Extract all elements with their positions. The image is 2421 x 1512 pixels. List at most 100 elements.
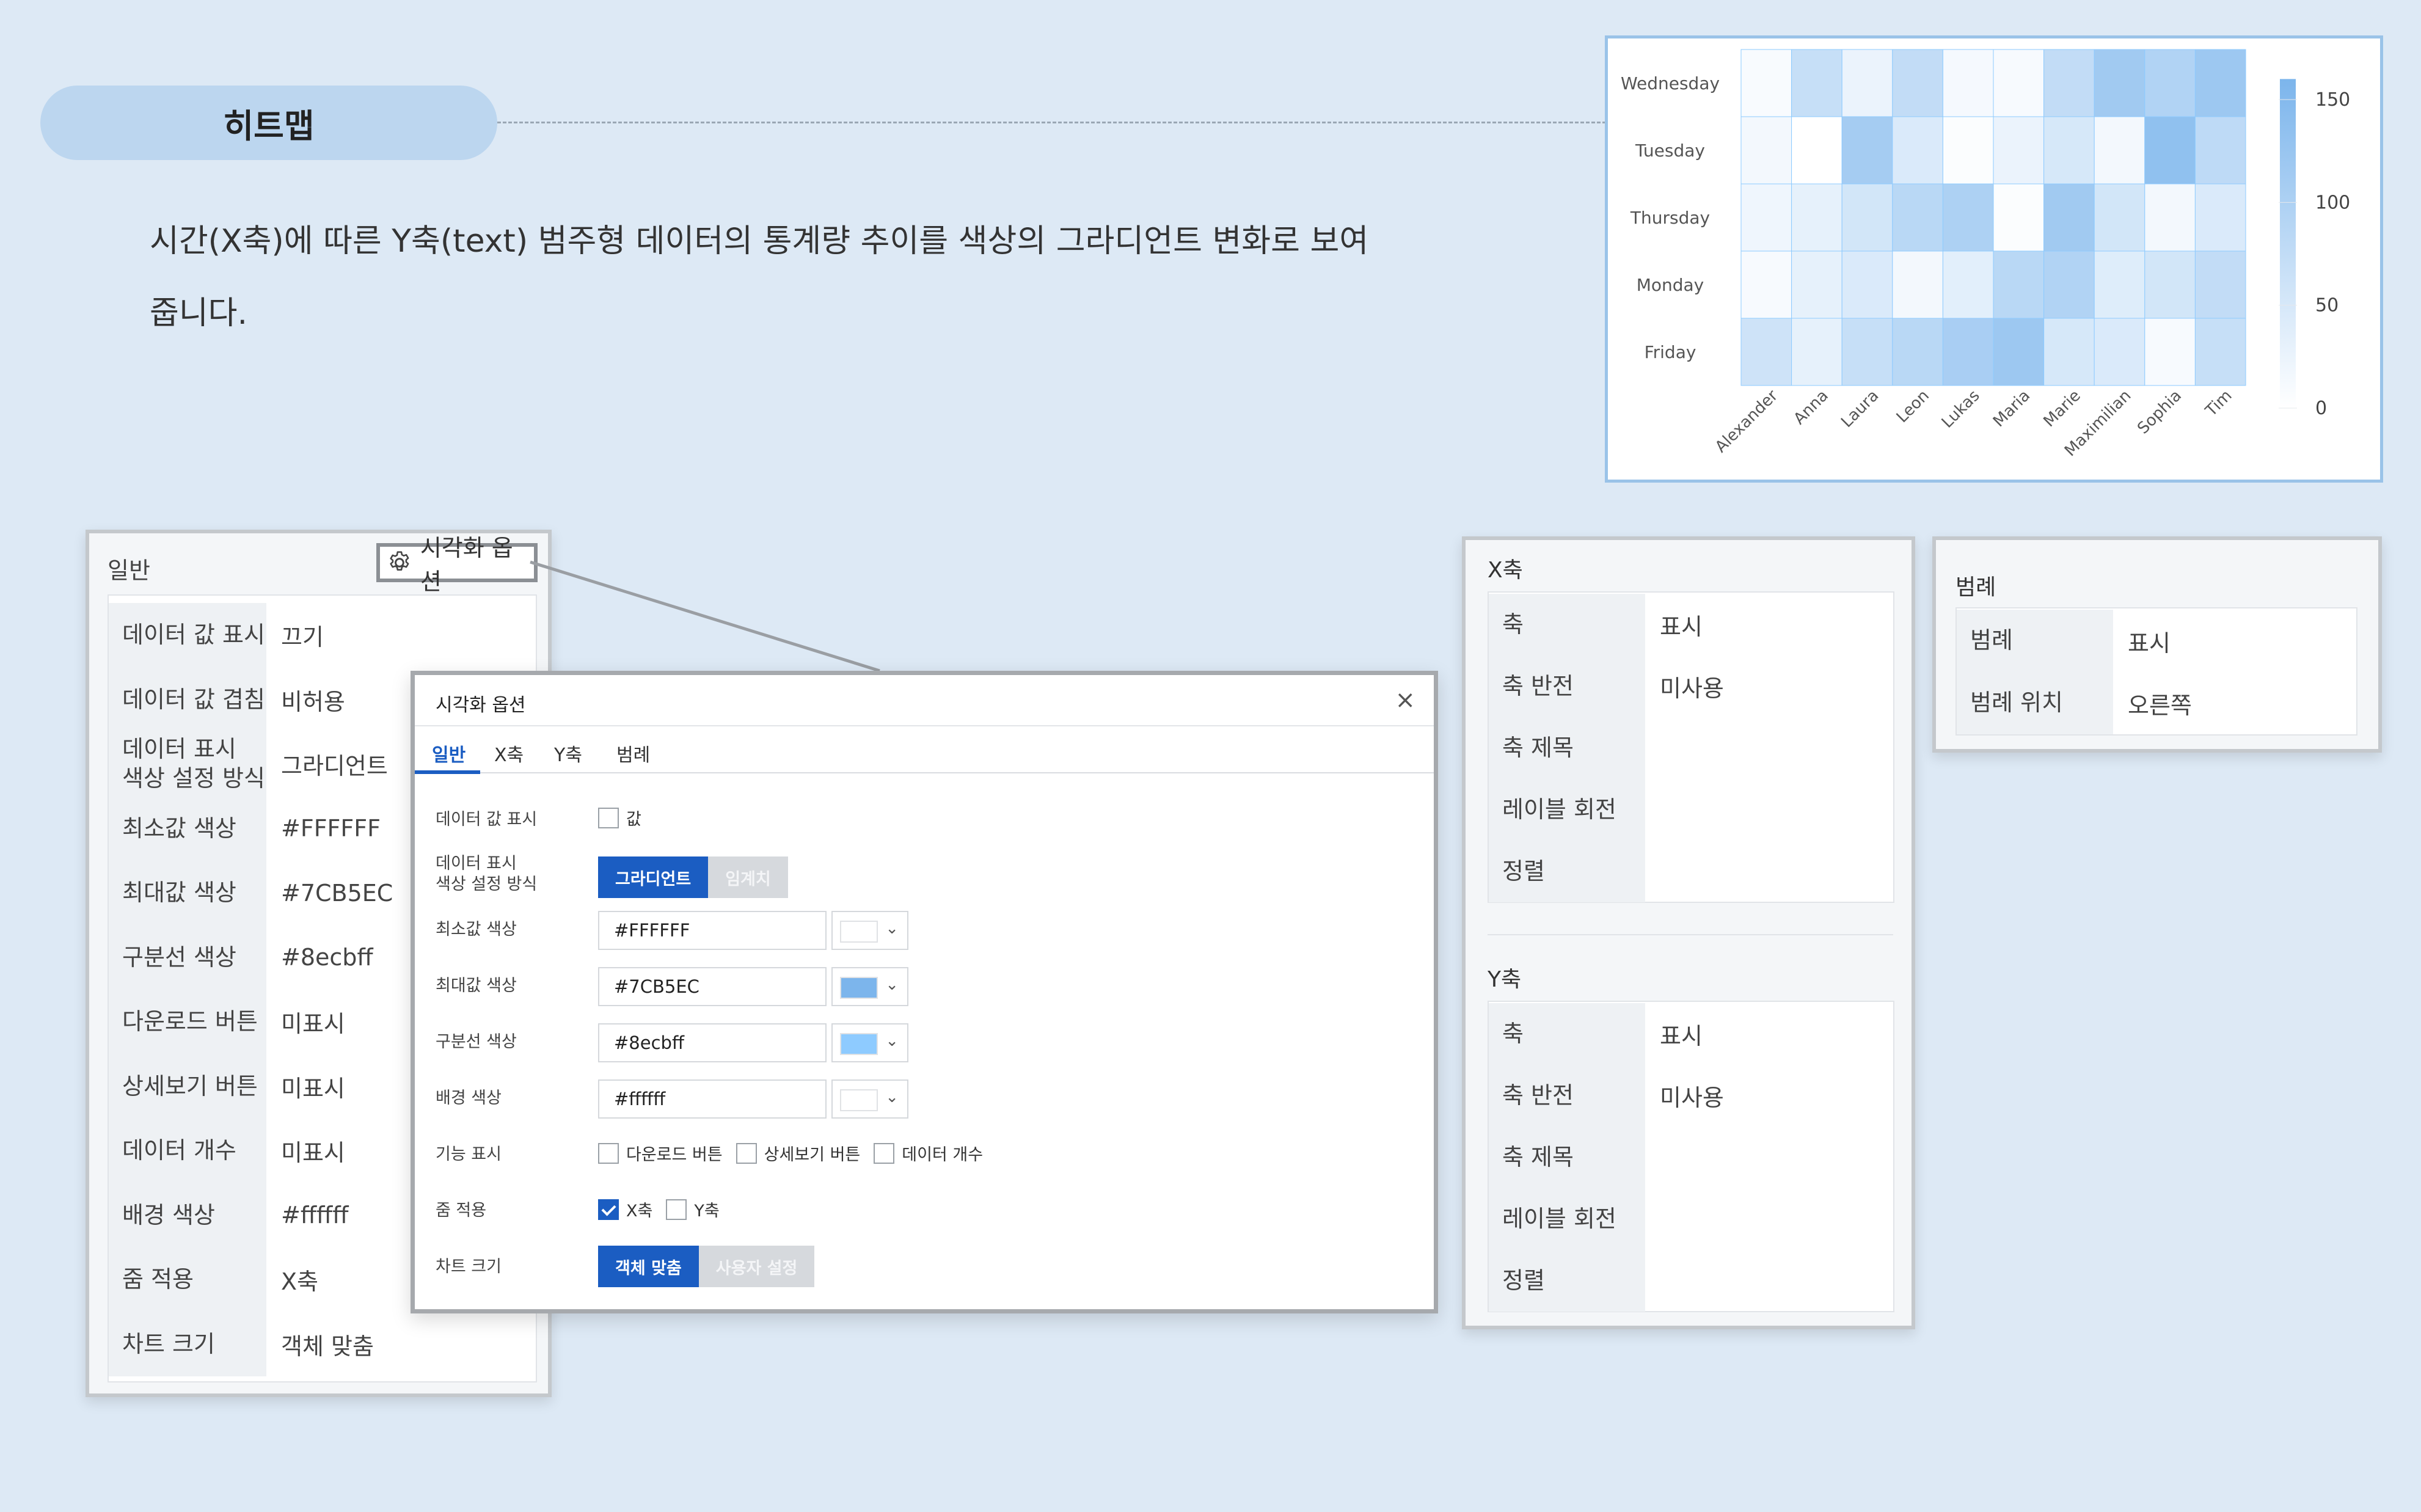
heatmap-chart-card: Wednesday Tuesday Thursday Monday Friday Alex… bbox=[1605, 35, 2383, 483]
tab-x-axis[interactable]: X축 bbox=[494, 740, 524, 767]
property-label: 축 반전 bbox=[1489, 1065, 1645, 1127]
divider-color-label: 구분선 색상 bbox=[436, 1032, 517, 1051]
heatmap-cell bbox=[1841, 250, 1893, 319]
heatmap-cell bbox=[1892, 250, 1943, 319]
data-count-checkbox[interactable] bbox=[874, 1142, 895, 1164]
heatmap-cell bbox=[1791, 183, 1842, 252]
property-label: 정렬 bbox=[1489, 841, 1645, 902]
min-color-picker[interactable]: ⌄ bbox=[831, 911, 908, 950]
heatmap-cell bbox=[2043, 116, 2095, 184]
property-value: 오른쪽 bbox=[2128, 692, 2192, 719]
y-axis-tick-label: Thursday bbox=[1630, 208, 1710, 228]
heatmap-cell bbox=[1791, 318, 1842, 386]
show-value-checkbox[interactable] bbox=[598, 807, 619, 828]
property-value: 미표시 bbox=[281, 1075, 345, 1102]
property-label: 범례 위치 bbox=[1957, 672, 2113, 734]
heatmap-cell bbox=[2144, 49, 2196, 117]
property-value: #FFFFFF bbox=[281, 815, 381, 842]
property-value: X축 bbox=[281, 1268, 318, 1296]
divider-color-input[interactable]: #8ecbff bbox=[598, 1023, 827, 1062]
zoom-y-checkbox[interactable] bbox=[666, 1199, 687, 1220]
zoom-options: X축 Y축 bbox=[598, 1197, 733, 1221]
property-row: 범례 위치 오른쪽 bbox=[1957, 672, 2356, 734]
property-label: 축 제목 bbox=[1489, 717, 1645, 779]
heatmap-cell bbox=[2194, 183, 2246, 252]
chevron-down-icon: ⌄ bbox=[885, 1032, 899, 1050]
heatmap-cell bbox=[1740, 318, 1792, 386]
color-mode-label: 데이터 표시 색상 설정 방식 bbox=[436, 854, 538, 894]
tab-legend[interactable]: 범례 bbox=[616, 740, 650, 767]
heatmap-cell bbox=[1841, 49, 1893, 117]
visualization-options-button[interactable]: 시각화 옵션 bbox=[376, 535, 538, 595]
heatmap-cell bbox=[2144, 183, 2196, 252]
heatmap-cell bbox=[2043, 250, 2095, 319]
background-color-picker[interactable]: ⌄ bbox=[831, 1079, 908, 1119]
show-value-checkbox-label: 값 bbox=[626, 810, 641, 829]
background-color-input[interactable]: #ffffff bbox=[598, 1079, 827, 1119]
chevron-down-icon: ⌄ bbox=[885, 919, 899, 938]
detail-button-checkbox[interactable] bbox=[736, 1142, 757, 1164]
feature-display-label: 기능 표시 bbox=[436, 1145, 502, 1164]
property-value: #7CB5EC bbox=[281, 879, 393, 907]
download-button-checkbox-label: 다운로드 버튼 bbox=[626, 1145, 723, 1164]
property-label: 정렬 bbox=[1489, 1250, 1645, 1312]
property-label: 데이터 값 표시 bbox=[109, 603, 266, 668]
heatmap-cell bbox=[1993, 250, 2045, 319]
tab-general[interactable]: 일반 bbox=[432, 740, 466, 767]
heatmap-cell bbox=[1841, 116, 1893, 184]
heatmap-cell bbox=[2144, 116, 2196, 184]
axis-settings-panel: X축 축 표시 축 반전 미사용 축 제목 레이블 회전 정렬 Y축 축 표시 축 반전 미사용 축… bbox=[1462, 536, 1915, 1329]
property-label: 차트 크기 bbox=[109, 1312, 266, 1376]
color-mode-threshold-button[interactable]: 임계치 bbox=[708, 856, 788, 898]
zoom-x-checkbox-label: X축 bbox=[626, 1202, 653, 1221]
heatmap-cell bbox=[1740, 49, 1792, 117]
property-row: 데이터 값 표시 끄기 bbox=[109, 603, 536, 668]
heatmap-cell bbox=[2194, 250, 2246, 319]
x-axis-tick-label: Alexander bbox=[1712, 387, 1781, 456]
y-axis-tick-label: Wednesday bbox=[1621, 73, 1720, 93]
heatmap-cell bbox=[1942, 250, 1994, 319]
property-label: 축 bbox=[1489, 594, 1645, 656]
color-mode-gradient-button[interactable]: 그라디언트 bbox=[598, 856, 709, 898]
property-label: 축 반전 bbox=[1489, 656, 1645, 717]
zoom-y-checkbox-label: Y축 bbox=[694, 1202, 720, 1221]
property-label: 축 제목 bbox=[1489, 1127, 1645, 1188]
heatmap-cell bbox=[2094, 49, 2145, 117]
color-mode-toggle: 그라디언트 임계치 bbox=[598, 856, 788, 898]
property-row: 축 표시 bbox=[1489, 1003, 1893, 1065]
zoom-x-checkbox[interactable] bbox=[598, 1199, 619, 1220]
x-axis-tick-label: Lukas bbox=[1938, 387, 1984, 432]
property-value: 객체 맞춤 bbox=[281, 1332, 374, 1360]
y-axis-tick-label: Friday bbox=[1645, 342, 1696, 362]
x-axis-tick-label: Anna bbox=[1790, 387, 1831, 428]
description-line-1: 시간(X축)에 따른 Y축(text) 범주형 데이터의 통계량 추이를 색상의… bbox=[150, 223, 1369, 260]
chart-size-custom-button[interactable]: 사용자 설정 bbox=[698, 1246, 815, 1287]
min-color-chip bbox=[840, 921, 878, 943]
property-row: 축 반전 미사용 bbox=[1489, 656, 1893, 717]
x-axis-tick-label: Maria bbox=[1990, 387, 2034, 431]
x-axis-tick-label: Marie bbox=[2040, 387, 2084, 431]
property-row: 축 제목 bbox=[1489, 1127, 1893, 1188]
property-value: 표시 bbox=[1660, 1023, 1703, 1050]
gear-icon bbox=[390, 551, 409, 571]
property-label: 레이블 회전 bbox=[1489, 1188, 1645, 1250]
close-icon[interactable]: × bbox=[1395, 686, 1415, 714]
heatmap-cell bbox=[1841, 318, 1893, 386]
min-color-input[interactable]: #FFFFFF bbox=[598, 911, 827, 950]
legend-settings-panel: 범례 범례 표시 범례 위치 오른쪽 bbox=[1932, 536, 2382, 753]
download-button-checkbox[interactable] bbox=[598, 1142, 619, 1164]
divider-color-picker[interactable]: ⌄ bbox=[831, 1023, 908, 1062]
chart-size-fit-button[interactable]: 객체 맞춤 bbox=[598, 1246, 699, 1287]
general-panel-title: 일반 bbox=[108, 557, 150, 584]
property-value: 비허용 bbox=[281, 688, 345, 715]
property-value: #ffffff bbox=[281, 1202, 349, 1229]
heatmap-cell bbox=[2194, 49, 2246, 117]
heatmap-cell bbox=[2094, 318, 2145, 386]
background-color-chip bbox=[840, 1089, 878, 1111]
max-color-input[interactable]: #7CB5EC bbox=[598, 967, 827, 1006]
heatmap-cell bbox=[1791, 49, 1842, 117]
property-label: 데이터 값 겹침 bbox=[109, 667, 266, 732]
max-color-picker[interactable]: ⌄ bbox=[831, 967, 908, 1006]
heatmap-cell bbox=[1892, 49, 1943, 117]
tab-y-axis[interactable]: Y축 bbox=[554, 740, 582, 767]
